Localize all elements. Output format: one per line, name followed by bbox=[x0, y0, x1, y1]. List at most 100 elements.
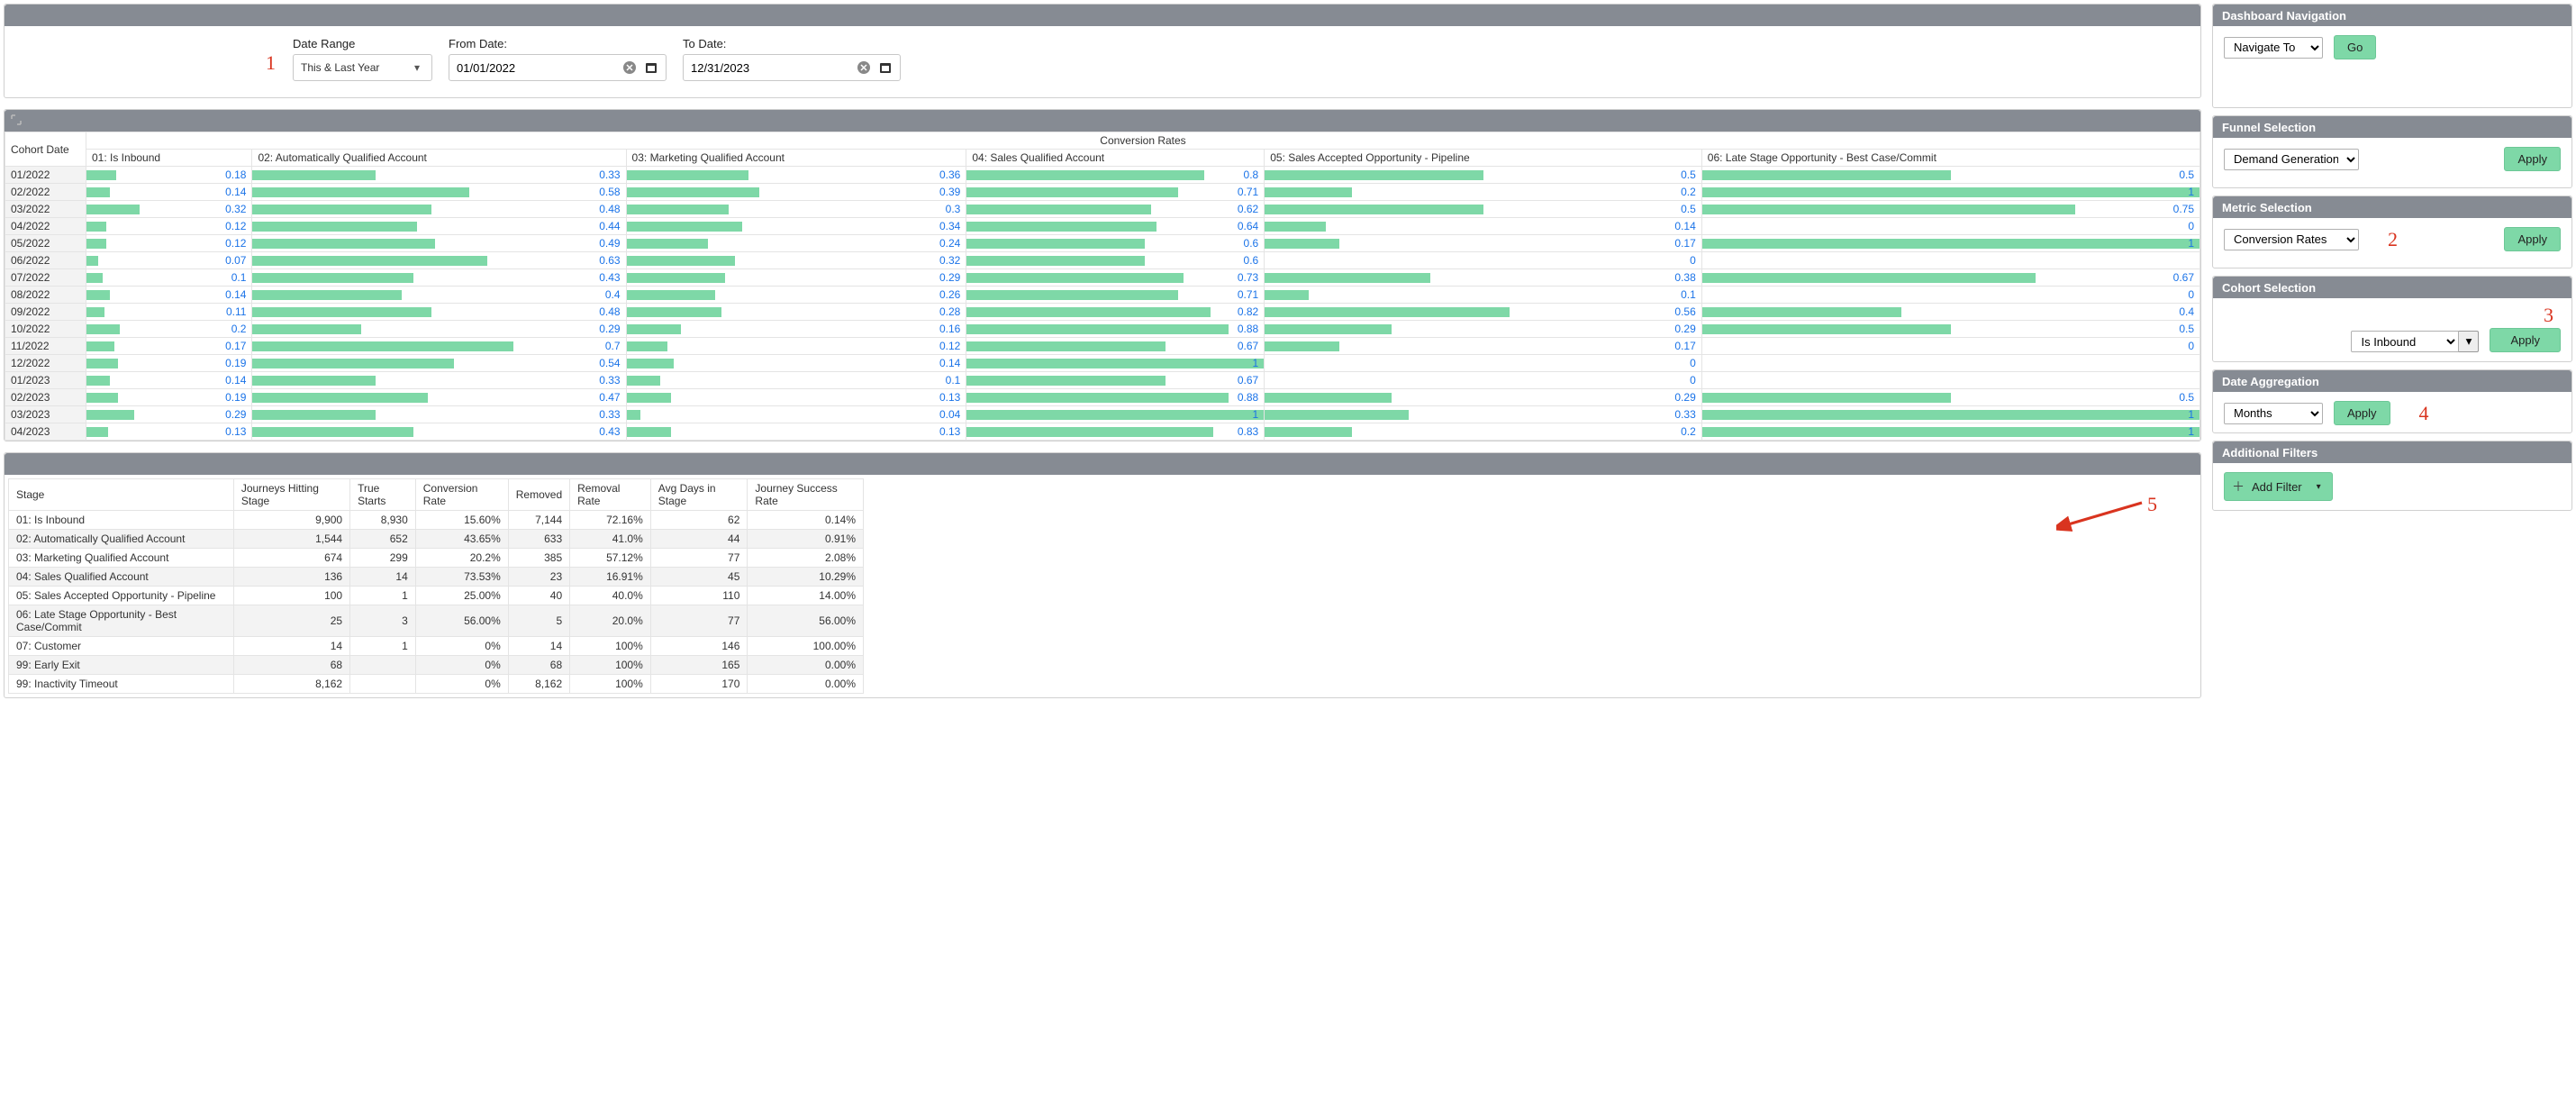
funnel-apply-button[interactable]: Apply bbox=[2504, 147, 2561, 171]
stat-cell: 7,144 bbox=[508, 511, 569, 530]
bar-fill bbox=[627, 187, 759, 197]
stats-header: Stage bbox=[9, 479, 234, 511]
metric-select[interactable]: Conversion Rates bbox=[2224, 229, 2359, 250]
bar-fill bbox=[1265, 341, 1338, 351]
bar-cell: 0.47 bbox=[252, 389, 626, 406]
bar-value: 0.6 bbox=[1244, 237, 1259, 250]
bar-value: 0.47 bbox=[599, 391, 620, 404]
chart-panel-header bbox=[5, 110, 2200, 132]
bar-value: 0.12 bbox=[225, 237, 246, 250]
cohort-dropdown-toggle[interactable]: ▾ bbox=[2459, 331, 2479, 352]
bar-fill bbox=[252, 393, 428, 403]
bar-cell: 0.39 bbox=[626, 184, 966, 201]
stat-cell: 44 bbox=[650, 530, 748, 549]
bar-cell: 0.24 bbox=[626, 235, 966, 252]
bar-value: 0.29 bbox=[599, 323, 620, 335]
table-row: 03/20220.320.480.30.620.50.75 bbox=[5, 201, 2200, 218]
calendar-icon[interactable] bbox=[644, 60, 658, 75]
bar-cell: 0.6 bbox=[966, 235, 1265, 252]
date-range-select[interactable]: This & Last Year ▾ bbox=[293, 54, 432, 81]
to-date-label: To Date: bbox=[683, 37, 901, 50]
table-row: 07: Customer1410%14100%146100.00% bbox=[9, 637, 864, 656]
add-filter-button[interactable]: ＋ Add Filter ▾ bbox=[2224, 472, 2333, 501]
bar-fill bbox=[252, 187, 468, 197]
cohort-cell: 06/2022 bbox=[5, 252, 86, 269]
agg-title: Date Aggregation bbox=[2213, 370, 2571, 392]
bar-fill bbox=[627, 427, 671, 437]
bar-value: 0.63 bbox=[599, 254, 620, 267]
plus-icon: ＋ bbox=[2232, 478, 2245, 496]
to-date-field[interactable] bbox=[691, 61, 849, 75]
clear-icon[interactable] bbox=[622, 60, 637, 75]
bar-cell: 0.33 bbox=[1265, 406, 1702, 423]
bar-value: 0.5 bbox=[2179, 168, 2194, 181]
bar-cell: 0.36 bbox=[626, 167, 966, 184]
cohort-apply-button[interactable]: Apply bbox=[2490, 328, 2561, 352]
bar-cell: 0.18 bbox=[86, 167, 252, 184]
bar-value: 0.44 bbox=[599, 220, 620, 232]
bar-fill bbox=[86, 324, 120, 334]
bar-cell: 0.1 bbox=[626, 372, 966, 389]
from-date-input[interactable] bbox=[449, 54, 667, 81]
bar-value: 0.17 bbox=[1674, 237, 1695, 250]
bar-cell: 0.5 bbox=[1265, 201, 1702, 218]
stage-stats-panel: StageJourneys Hitting StageTrue StartsCo… bbox=[4, 452, 2201, 698]
cohort-select[interactable]: Is Inbound bbox=[2351, 331, 2459, 352]
to-date-input[interactable] bbox=[683, 54, 901, 81]
stat-cell: 8,930 bbox=[350, 511, 416, 530]
stat-cell: 1 bbox=[350, 637, 416, 656]
stat-cell: 0.14% bbox=[748, 511, 864, 530]
bar-value: 0.14 bbox=[225, 288, 246, 301]
bar-value: 0.28 bbox=[939, 305, 960, 318]
bar-fill bbox=[966, 410, 1264, 420]
bar-cell: 0.71 bbox=[966, 184, 1265, 201]
bar-cell: 0.73 bbox=[966, 269, 1265, 287]
stat-cell: 1 bbox=[350, 587, 416, 605]
column-header: 01: Is Inbound bbox=[86, 150, 252, 167]
bar-cell: 0 bbox=[1265, 355, 1702, 372]
from-date-field[interactable] bbox=[457, 61, 615, 75]
stats-header: Conversion Rate bbox=[415, 479, 508, 511]
from-date-label: From Date: bbox=[449, 37, 667, 50]
bar-cell: 0.17 bbox=[86, 338, 252, 355]
metric-apply-button[interactable]: Apply bbox=[2504, 227, 2561, 251]
column-header: 03: Marketing Qualified Account bbox=[626, 150, 966, 167]
go-button[interactable]: Go bbox=[2334, 35, 2376, 59]
aggregation-select[interactable]: Months bbox=[2224, 403, 2323, 424]
stat-cell: 20.0% bbox=[570, 605, 651, 637]
expand-icon[interactable] bbox=[10, 114, 23, 129]
cohort-cell: 08/2022 bbox=[5, 287, 86, 304]
bar-fill bbox=[627, 256, 736, 266]
bar-cell: 0.34 bbox=[626, 218, 966, 235]
bar-fill bbox=[627, 341, 667, 351]
bar-value: 0.5 bbox=[1681, 168, 1696, 181]
stat-cell: 136 bbox=[233, 568, 349, 587]
agg-apply-button[interactable]: Apply bbox=[2334, 401, 2390, 425]
bar-fill bbox=[86, 307, 104, 317]
bar-value: 0 bbox=[1690, 374, 1696, 387]
stats-header: Removal Rate bbox=[570, 479, 651, 511]
bar-value: 0.62 bbox=[1238, 203, 1258, 215]
table-row: 01: Is Inbound9,9008,93015.60%7,14472.16… bbox=[9, 511, 864, 530]
bar-cell: 0.88 bbox=[966, 321, 1265, 338]
bar-fill bbox=[966, 239, 1145, 249]
funnel-select[interactable]: Demand Generation bbox=[2224, 149, 2359, 170]
stat-cell: 73.53% bbox=[415, 568, 508, 587]
stats-header: Avg Days in Stage bbox=[650, 479, 748, 511]
bar-value: 0.14 bbox=[225, 374, 246, 387]
bar-cell: 0.2 bbox=[1265, 423, 1702, 441]
bar-value: 0.04 bbox=[939, 408, 960, 421]
calendar-icon[interactable] bbox=[878, 60, 893, 75]
bar-cell: 0.1 bbox=[1265, 287, 1702, 304]
bar-cell: 0.13 bbox=[86, 423, 252, 441]
navigate-select[interactable]: Navigate To bbox=[2224, 37, 2323, 59]
bar-cell: 0.6 bbox=[966, 252, 1265, 269]
bar-fill bbox=[627, 359, 675, 368]
clear-icon[interactable] bbox=[857, 60, 871, 75]
bar-value: 0 bbox=[2188, 288, 2194, 301]
bar-value: 1 bbox=[1253, 357, 1259, 369]
bar-fill bbox=[86, 205, 140, 214]
bar-fill bbox=[966, 427, 1213, 437]
bar-fill bbox=[1265, 187, 1352, 197]
bar-cell: 0.48 bbox=[252, 201, 626, 218]
